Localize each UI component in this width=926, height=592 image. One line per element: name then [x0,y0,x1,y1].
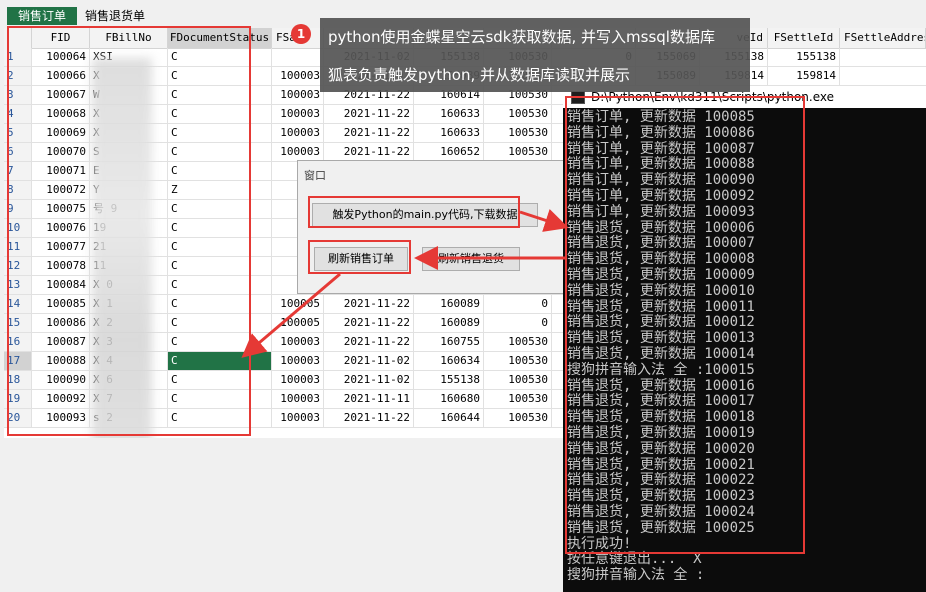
arrow-trigger-to-console [519,209,569,232]
arrow-refresh-to-grid [241,272,341,358]
annotation-arrows [241,209,569,358]
